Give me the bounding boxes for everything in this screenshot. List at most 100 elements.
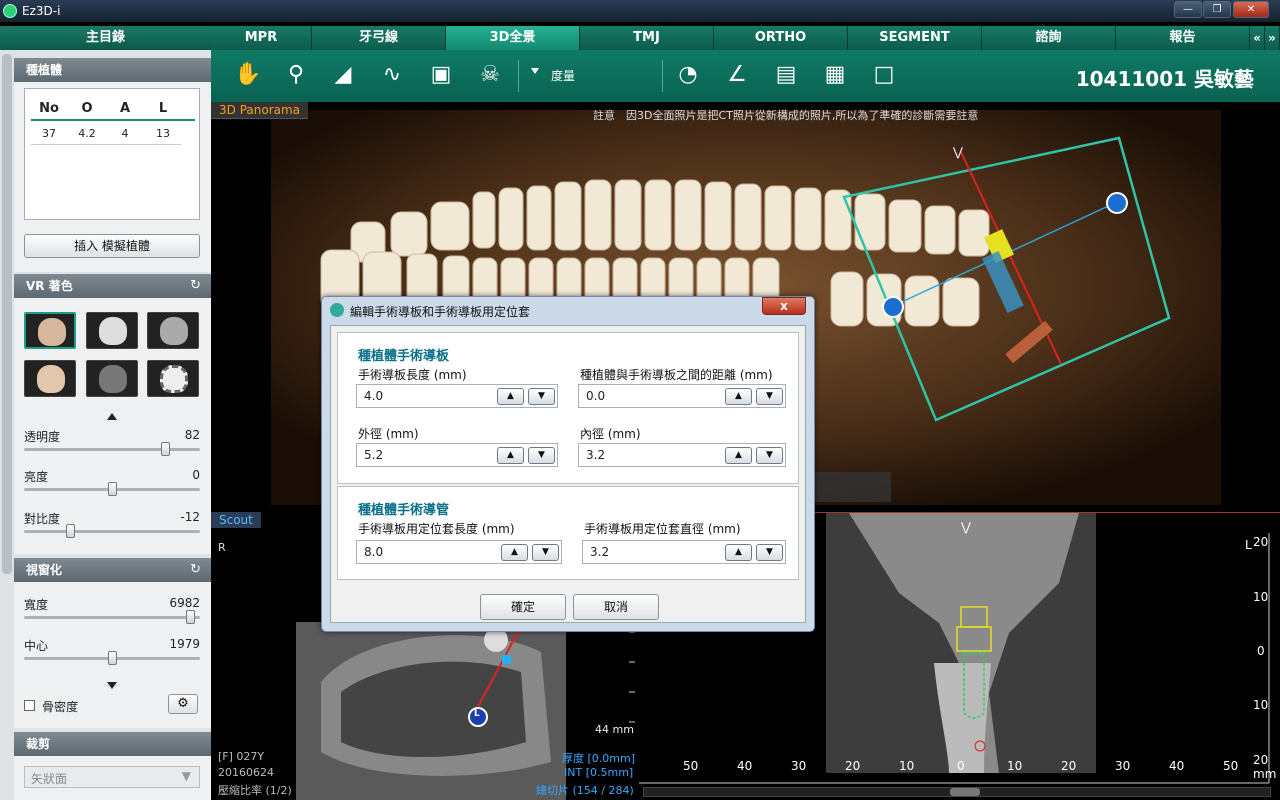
- crop-section-header[interactable]: 裁剪: [14, 732, 211, 756]
- spin-up-icon[interactable]: ▲: [501, 544, 528, 561]
- slider-track[interactable]: [24, 530, 200, 533]
- skull-icon: [99, 365, 127, 393]
- angle-chart-icon[interactable]: ∠: [722, 60, 752, 90]
- tab-mpr[interactable]: MPR: [211, 26, 312, 50]
- guide-length-input[interactable]: 4.0 ▲ ▼: [356, 384, 558, 408]
- tab-scroll-right-icon[interactable]: »: [1265, 26, 1280, 50]
- skull-settings-icon[interactable]: ☠: [475, 60, 505, 90]
- vr-preset-5[interactable]: [86, 360, 138, 397]
- slider-track[interactable]: [24, 448, 200, 451]
- left-panel-scrollbar[interactable]: [2, 54, 12, 574]
- sleeve-diameter-input[interactable]: 3.2 ▲ ▼: [582, 540, 786, 564]
- spin-up-icon[interactable]: ▲: [725, 388, 752, 405]
- cube-icon[interactable]: □: [869, 60, 899, 90]
- implant-guide-distance-input[interactable]: 0.0 ▲ ▼: [578, 384, 786, 408]
- main-menu-header[interactable]: 主目錄: [0, 26, 211, 50]
- tab-tmj[interactable]: TMJ: [580, 26, 714, 50]
- guide-edit-dialog: 編輯手術導板和手術導板用定位套 x 種植體手術導板 手術導板長度 (mm) 4.…: [321, 296, 815, 632]
- tab-3d-panorama[interactable]: 3D全景: [446, 26, 580, 50]
- cancel-button[interactable]: 取消: [573, 594, 659, 620]
- spin-down-icon[interactable]: ▼: [528, 388, 555, 405]
- inner-diameter-input[interactable]: 3.2 ▲ ▼: [578, 443, 786, 467]
- spin-up-icon[interactable]: ▲: [725, 544, 752, 561]
- left-panel: 主目錄 種植體 No O A L 37 4.2 4 13 插入 模擬植體 VR …: [0, 26, 211, 800]
- x-tick-label: 50: [1223, 759, 1239, 773]
- toolbar-separator: [662, 60, 663, 92]
- vr-preset-3[interactable]: [147, 312, 199, 349]
- measure-dropdown-icon[interactable]: [531, 68, 539, 74]
- minimize-button[interactable]: —: [1174, 1, 1202, 18]
- transparency-slider[interactable]: 透明度 82: [24, 428, 200, 462]
- bone-density-checkbox[interactable]: [24, 700, 35, 711]
- spin-down-icon[interactable]: ▼: [756, 544, 783, 561]
- spin-down-icon[interactable]: ▼: [756, 447, 783, 464]
- window-level-refresh-icon[interactable]: ↻: [190, 558, 201, 582]
- implant-section-header[interactable]: 種植體: [14, 58, 211, 82]
- maximize-button[interactable]: ❐: [1203, 1, 1231, 18]
- zoom-magnifier-icon[interactable]: ⚲: [281, 60, 311, 90]
- spin-down-icon[interactable]: ▼: [756, 388, 783, 405]
- gauge-icon[interactable]: ◔: [673, 60, 703, 90]
- vr-preset-4[interactable]: [24, 360, 76, 397]
- window-level-section-header[interactable]: 視窗化 ↻: [14, 558, 211, 582]
- sleeve-length-input[interactable]: 8.0 ▲ ▼: [356, 540, 562, 564]
- brightness-slider[interactable]: 亮度 0: [24, 468, 200, 502]
- slider-knob[interactable]: [108, 482, 117, 496]
- gear-icon[interactable]: ⚙: [168, 694, 198, 714]
- contrast-slider[interactable]: 對比度 -12: [24, 510, 200, 544]
- width-slider[interactable]: 寬度 6982: [24, 596, 200, 630]
- slider-value: 6982: [169, 596, 200, 610]
- center-slider[interactable]: 中心 1979: [24, 637, 200, 671]
- tab-ortho[interactable]: ORTHO: [714, 26, 848, 50]
- implant-table-divider: [31, 119, 195, 121]
- tab-scroll-left-icon[interactable]: «: [1250, 26, 1265, 50]
- outer-diameter-input[interactable]: 5.2 ▲ ▼: [356, 443, 558, 467]
- slider-knob[interactable]: [161, 442, 170, 456]
- scrollbar-thumb[interactable]: [950, 788, 980, 796]
- profile-chart-icon[interactable]: ▤: [771, 60, 801, 90]
- close-window-button[interactable]: ✕: [1233, 1, 1269, 18]
- polyline-measure-icon[interactable]: ∿: [377, 60, 407, 90]
- collapse-up-icon[interactable]: [107, 413, 117, 420]
- vr-section-header[interactable]: VR 著色 ↻: [14, 274, 211, 298]
- spin-down-icon[interactable]: ▼: [532, 544, 559, 561]
- measure-dropdown-label[interactable]: 度量: [551, 67, 575, 84]
- spin-value: 4.0: [364, 389, 384, 403]
- insert-implant-button[interactable]: 插入 模擬植體: [24, 234, 200, 258]
- x-tick-label: 50: [683, 759, 699, 773]
- vr-preset-6[interactable]: [147, 360, 199, 397]
- angle-measure-icon[interactable]: ◢: [328, 60, 358, 90]
- crop-image-icon[interactable]: ▦: [820, 60, 850, 90]
- slider-knob[interactable]: [108, 651, 117, 665]
- pan-hand-icon[interactable]: ✋: [233, 60, 263, 90]
- tab-arch[interactable]: 牙弓線: [312, 26, 446, 50]
- spin-up-icon[interactable]: ▲: [497, 447, 524, 464]
- tab-report[interactable]: 報告: [1116, 26, 1250, 50]
- expand-down-icon[interactable]: [107, 682, 117, 689]
- slider-knob[interactable]: [186, 610, 195, 624]
- guide-length-label: 手術導板長度 (mm): [358, 368, 467, 382]
- slider-track[interactable]: [24, 616, 200, 619]
- vr-section-title: VR 著色: [26, 279, 73, 293]
- vr-preset-2[interactable]: [86, 312, 138, 349]
- cross-horizontal-scrollbar[interactable]: [643, 787, 1271, 797]
- tab-consult[interactable]: 諮詢: [982, 26, 1116, 50]
- ok-button[interactable]: 確定: [480, 594, 566, 620]
- chevron-down-icon: ▼: [181, 769, 191, 783]
- camera-icon[interactable]: ▣: [426, 60, 456, 90]
- spin-up-icon[interactable]: ▲: [497, 388, 524, 405]
- vr-refresh-icon[interactable]: ↻: [190, 274, 201, 298]
- slider-knob[interactable]: [66, 524, 75, 538]
- scout-info-id: [F] 027Y: [218, 750, 265, 763]
- scout-interval: INT [0.5mm]: [564, 766, 634, 779]
- spin-down-icon[interactable]: ▼: [528, 447, 555, 464]
- spin-up-icon[interactable]: ▲: [725, 447, 752, 464]
- skull-icon: [99, 317, 127, 345]
- tab-segment[interactable]: SEGMENT: [848, 26, 982, 50]
- x-tick-label: 40: [737, 759, 753, 773]
- dialog-close-button[interactable]: x: [762, 297, 806, 315]
- vr-preset-1[interactable]: [24, 312, 76, 349]
- table-row[interactable]: 37 4.2 4 13: [25, 127, 201, 141]
- crop-section-title: 裁剪: [26, 737, 51, 751]
- crop-plane-select[interactable]: 矢狀面 ▼: [24, 766, 200, 788]
